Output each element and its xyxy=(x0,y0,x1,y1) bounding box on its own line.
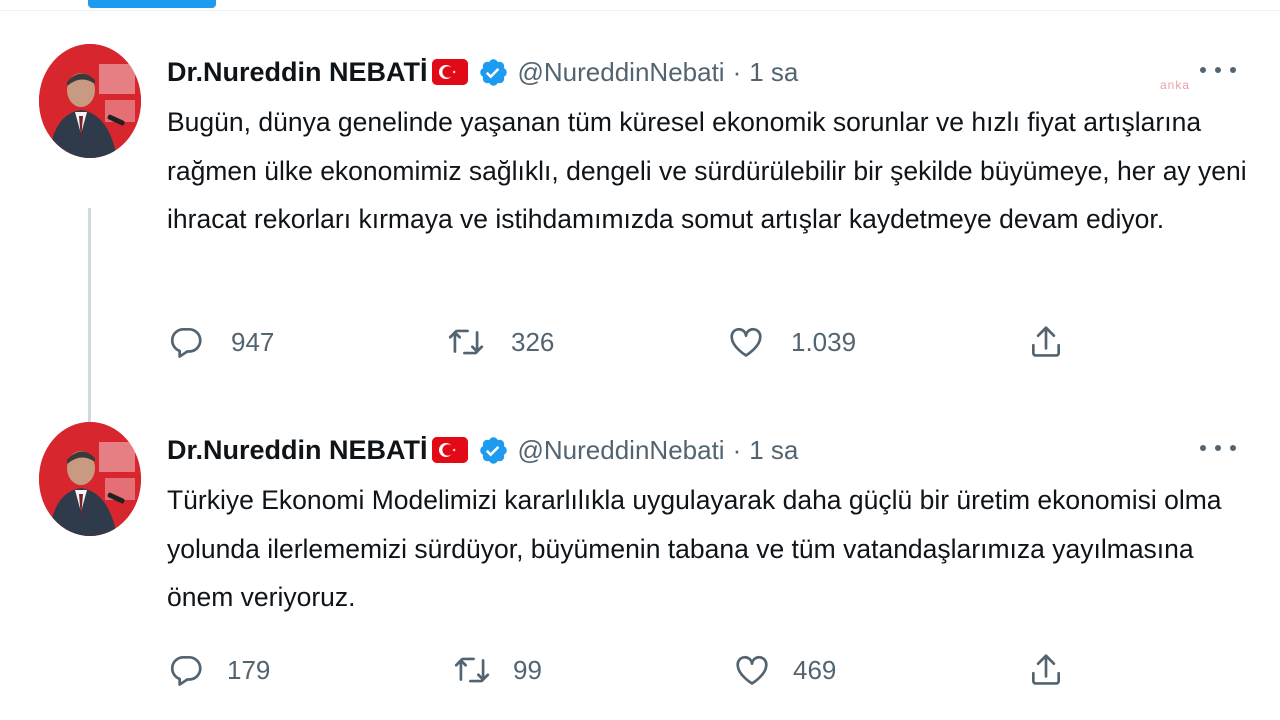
tweet-actions: 179 99 469 xyxy=(167,648,1267,692)
tweet[interactable]: Dr.Nureddin NEBATİ @NureddinNebati · 1 s… xyxy=(0,418,1280,720)
verified-badge-icon xyxy=(478,57,509,88)
reply-count: 947 xyxy=(231,326,275,357)
separator-dot: · xyxy=(732,56,742,87)
turkey-flag-icon xyxy=(431,59,468,85)
reply-icon xyxy=(167,651,205,689)
verified-badge-icon xyxy=(478,435,509,466)
display-name[interactable]: Dr.Nureddin NEBATİ xyxy=(167,435,428,466)
user-handle[interactable]: @NureddinNebati xyxy=(518,435,725,466)
display-name[interactable]: Dr.Nureddin NEBATİ xyxy=(167,57,428,88)
tweet-text: Bugün, dünya genelinde yaşanan tüm küres… xyxy=(167,107,1247,234)
retweet-button[interactable]: 99 xyxy=(453,648,542,692)
retweet-count: 99 xyxy=(513,654,542,685)
divider xyxy=(0,10,1280,11)
avatar[interactable] xyxy=(39,422,141,536)
like-count: 1.039 xyxy=(791,326,857,357)
retweet-button[interactable]: 326 xyxy=(447,320,554,364)
reply-icon xyxy=(167,323,205,361)
reply-button[interactable]: 947 xyxy=(167,320,274,364)
heart-icon xyxy=(727,323,765,361)
heart-icon xyxy=(733,651,771,689)
more-options-icon[interactable] xyxy=(1200,436,1236,460)
user-handle[interactable]: @NureddinNebati xyxy=(518,57,725,88)
avatar[interactable] xyxy=(39,44,141,158)
watermark: anka xyxy=(1160,78,1191,92)
active-tab-indicator xyxy=(88,0,216,8)
reply-count: 179 xyxy=(227,654,271,685)
like-button[interactable]: 1.039 xyxy=(727,320,856,364)
like-button[interactable]: 469 xyxy=(733,648,836,692)
reply-button[interactable]: 179 xyxy=(167,648,270,692)
turkey-flag-icon xyxy=(431,437,468,463)
tweet-header: Dr.Nureddin NEBATİ @NureddinNebati · 1 s… xyxy=(167,430,798,470)
more-options-icon[interactable] xyxy=(1200,58,1236,82)
tweet-actions: 947 326 1.039 xyxy=(167,320,1267,364)
retweet-count: 326 xyxy=(511,326,555,357)
share-button[interactable] xyxy=(1027,320,1065,364)
timestamp[interactable]: 1 sa xyxy=(749,435,798,466)
tweet[interactable]: Dr.Nureddin NEBATİ @NureddinNebati · 1 s… xyxy=(0,40,1280,453)
share-icon xyxy=(1027,323,1065,361)
thread-connector-line xyxy=(88,208,91,453)
share-icon xyxy=(1027,651,1065,689)
like-count: 469 xyxy=(793,654,837,685)
timestamp[interactable]: 1 sa xyxy=(749,57,798,88)
retweet-icon xyxy=(453,651,491,689)
tweet-text: Türkiye Ekonomi Modelimizi kararlılıkla … xyxy=(167,485,1222,612)
separator-dot: · xyxy=(732,434,742,465)
tweet-header: Dr.Nureddin NEBATİ @NureddinNebati · 1 s… xyxy=(167,52,798,92)
share-button[interactable] xyxy=(1027,648,1065,692)
retweet-icon xyxy=(447,323,485,361)
